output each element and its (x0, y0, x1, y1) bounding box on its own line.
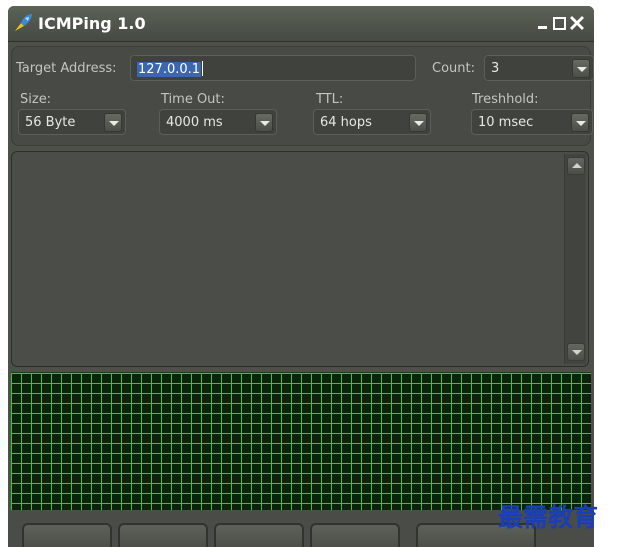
timeout-value: 4000 ms (166, 115, 223, 130)
target-address-value: 127.0.0.1 (137, 62, 202, 77)
target-address-label: Target Address: (16, 61, 117, 76)
target-address-input[interactable]: 127.0.0.1 (130, 55, 416, 81)
count-select[interactable]: 3 (484, 55, 594, 81)
vertical-scrollbar[interactable] (564, 154, 586, 364)
count-label: Count: (432, 61, 475, 76)
ttl-select[interactable]: 64 hops (313, 109, 431, 135)
settings-panel: Target Address: 127.0.0.1 Count: 3 Size:… (11, 46, 594, 146)
threshold-value: 10 msec (478, 115, 534, 130)
maximize-icon[interactable] (552, 15, 568, 31)
action-button-4[interactable] (310, 523, 400, 547)
timeout-select[interactable]: 4000 ms (159, 109, 277, 135)
window-title: ICMPing 1.0 (38, 14, 146, 33)
app-window: ICMPing 1.0 Target Address: 127.0.0.1 Co… (8, 6, 594, 547)
chevron-down-icon[interactable] (572, 59, 590, 78)
ttl-value: 64 hops (320, 115, 372, 130)
size-value: 56 Byte (25, 115, 76, 130)
app-logo-icon (12, 12, 34, 34)
count-value: 3 (491, 61, 500, 76)
close-icon[interactable] (569, 15, 585, 31)
chevron-down-icon[interactable] (104, 113, 122, 132)
action-button-2[interactable] (118, 523, 208, 547)
timeout-label: Time Out: (161, 92, 225, 107)
scroll-down-icon[interactable] (567, 343, 585, 361)
title-bar[interactable]: ICMPing 1.0 (8, 6, 594, 42)
chevron-down-icon[interactable] (255, 113, 273, 132)
size-select[interactable]: 56 Byte (18, 109, 126, 135)
size-label: Size: (20, 92, 52, 107)
results-log[interactable] (11, 151, 589, 367)
action-button-1[interactable] (22, 523, 112, 547)
chevron-down-icon[interactable] (409, 113, 427, 132)
minimize-icon[interactable] (535, 15, 551, 31)
ttl-label: TTL: (316, 92, 344, 107)
chevron-down-icon[interactable] (571, 113, 589, 132)
scroll-up-icon[interactable] (567, 157, 585, 175)
threshold-select[interactable]: 10 msec (471, 109, 593, 135)
watermark: 最需教育 (498, 503, 599, 532)
threshold-label: Treshhold: (472, 92, 539, 107)
action-button-3[interactable] (214, 523, 304, 547)
ping-graph (11, 372, 591, 510)
